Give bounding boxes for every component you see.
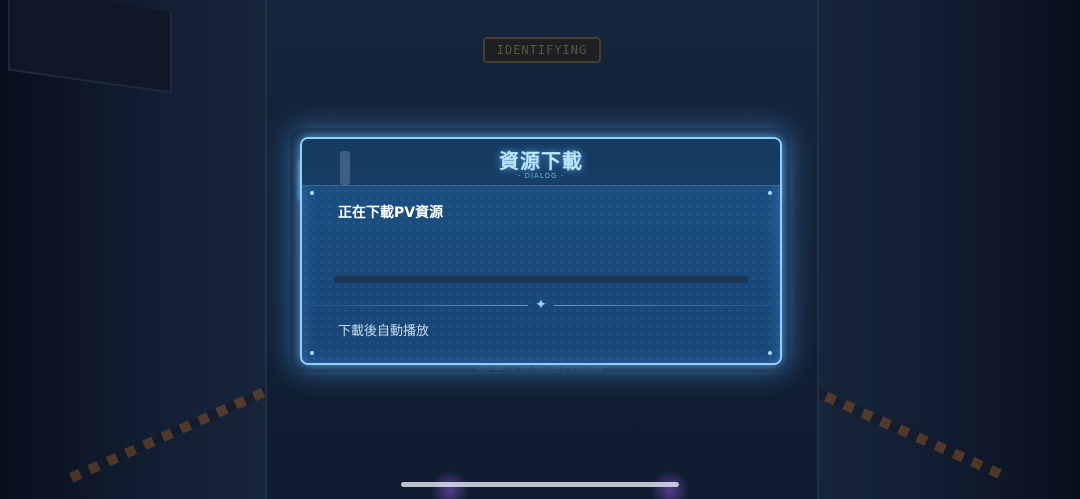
autoplay-note: 下載後自動播放 [338, 324, 430, 339]
game-scene[interactable]: IDENTIFYING 點擊任意處進入遊戲 資源下載 - DIALOG - 正在… [0, 0, 1080, 499]
download-progress-bar [334, 276, 748, 283]
sparkle-icon: ✦ [535, 297, 547, 313]
corner-dot [310, 351, 314, 355]
download-dialog: 資源下載 - DIALOG - 正在下載PV資源 ✦ 下載後自動播放 [300, 137, 782, 365]
dialog-title: 資源下載 [499, 149, 583, 173]
dialog-header: 資源下載 - DIALOG - [302, 139, 780, 186]
divider [554, 305, 770, 306]
corner-dot [310, 191, 314, 195]
download-status-text: 正在下載PV資源 [338, 205, 444, 221]
home-indicator[interactable] [401, 482, 679, 487]
corner-dot [768, 351, 772, 355]
corner-dot [768, 191, 772, 195]
dialog-subtitle: - DIALOG - [517, 172, 565, 180]
divider [312, 305, 528, 306]
